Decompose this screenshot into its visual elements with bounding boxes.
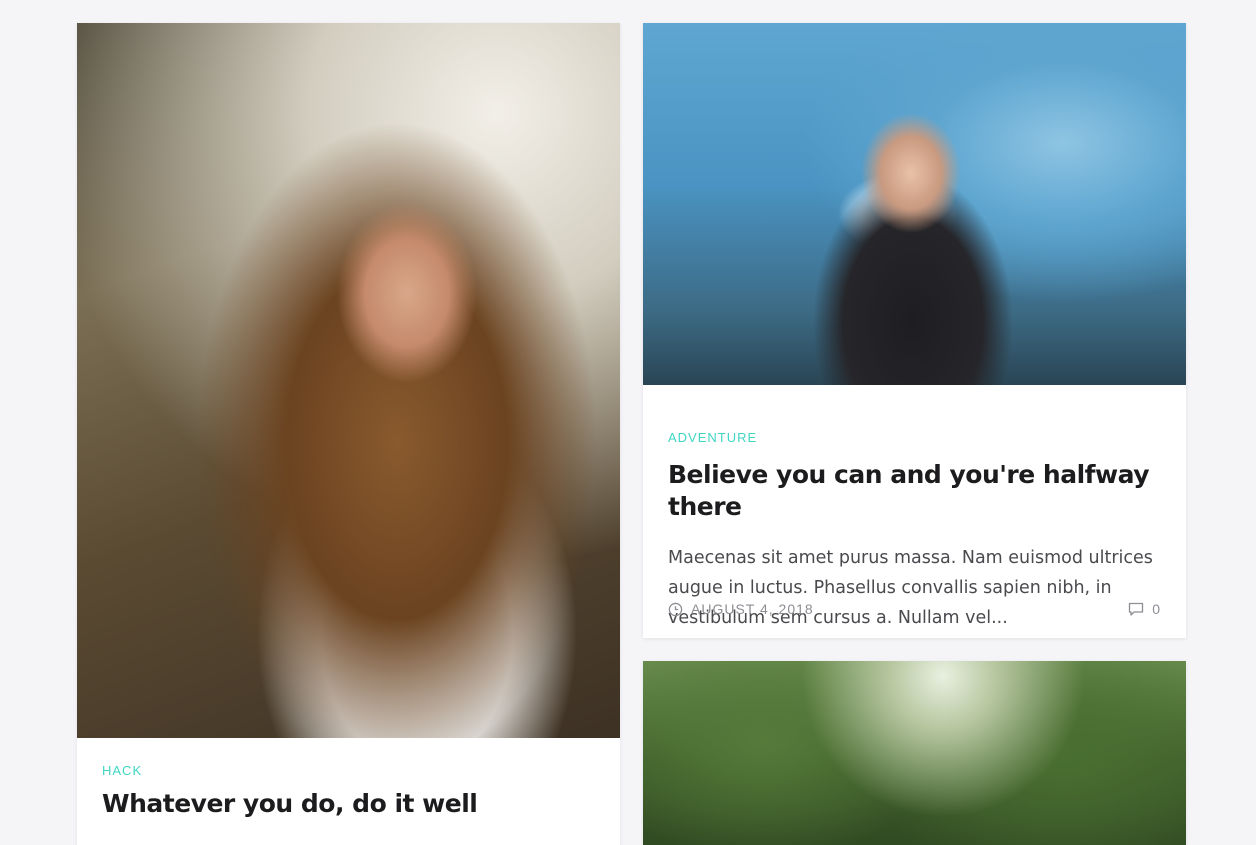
post-grid: HACK Whatever you do, do it well ADVENTU… [0,0,1256,845]
post-date: AUGUST 4, 2018 [668,601,814,617]
post-date-text: AUGUST 4, 2018 [691,601,814,617]
post-title[interactable]: Believe you can and you're halfway there [668,459,1161,523]
post-body: ADVENTURE Believe you can and you're hal… [668,408,1161,633]
post-category[interactable]: HACK [102,763,595,778]
post-card-adventure[interactable]: ADVENTURE Believe you can and you're hal… [643,23,1186,638]
post-excerpt: Maecenas sit amet purus massa. Nam euism… [668,548,1153,628]
post-image-curly-hair-girl[interactable] [77,23,620,738]
clock-icon [668,602,683,617]
post-title[interactable]: Whatever you do, do it well [102,788,595,820]
post-body: HACK Whatever you do, do it well [102,763,595,820]
post-image-smoke-girl[interactable] [643,23,1186,385]
post-comments[interactable]: 0 [1128,601,1161,617]
post-image-forest[interactable] [643,661,1186,845]
post-card-hack[interactable]: HACK Whatever you do, do it well [77,23,620,845]
post-card-forest[interactable] [643,661,1186,845]
post-category[interactable]: ADVENTURE [668,430,1161,445]
comment-icon [1128,602,1144,617]
post-comments-count: 0 [1152,601,1161,617]
post-meta: AUGUST 4, 2018 0 [668,601,1161,617]
